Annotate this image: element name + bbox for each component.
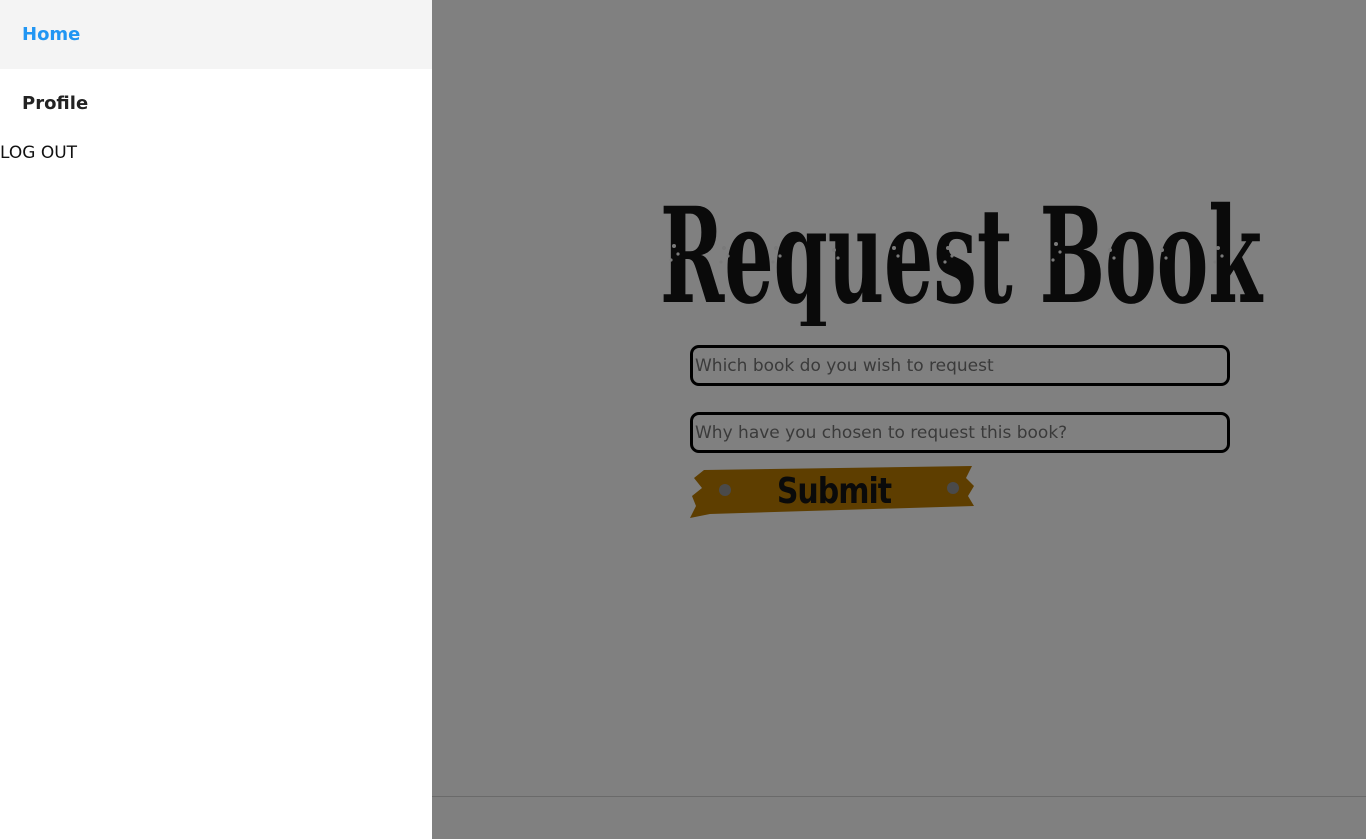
reason-input[interactable]: [693, 415, 1227, 450]
drawer-item-label: Home: [22, 24, 81, 45]
logout-button[interactable]: LOG OUT: [0, 143, 77, 163]
submit-label: Submit: [776, 470, 892, 512]
drawer-item-profile[interactable]: Profile: [0, 69, 432, 138]
submit-button[interactable]: Submit: [690, 464, 974, 518]
divider: [432, 796, 1366, 797]
page-title-text: Request Book: [660, 186, 1263, 326]
main-content-overlay[interactable]: Request Book Which book do you wish to r…: [432, 0, 1366, 839]
book-name-input[interactable]: [693, 348, 1227, 383]
drawer-item-home[interactable]: Home: [0, 0, 432, 69]
page-title: Request Book: [658, 186, 1268, 326]
side-drawer: Home Profile LOG OUT: [0, 0, 432, 839]
page-title-graphic: Request Book: [660, 186, 1263, 326]
reason-field[interactable]: [690, 412, 1230, 453]
book-name-field[interactable]: [690, 345, 1230, 386]
app-root: Home Profile LOG OUT Request Book Which …: [0, 0, 1366, 839]
drawer-item-label: Profile: [22, 93, 89, 114]
